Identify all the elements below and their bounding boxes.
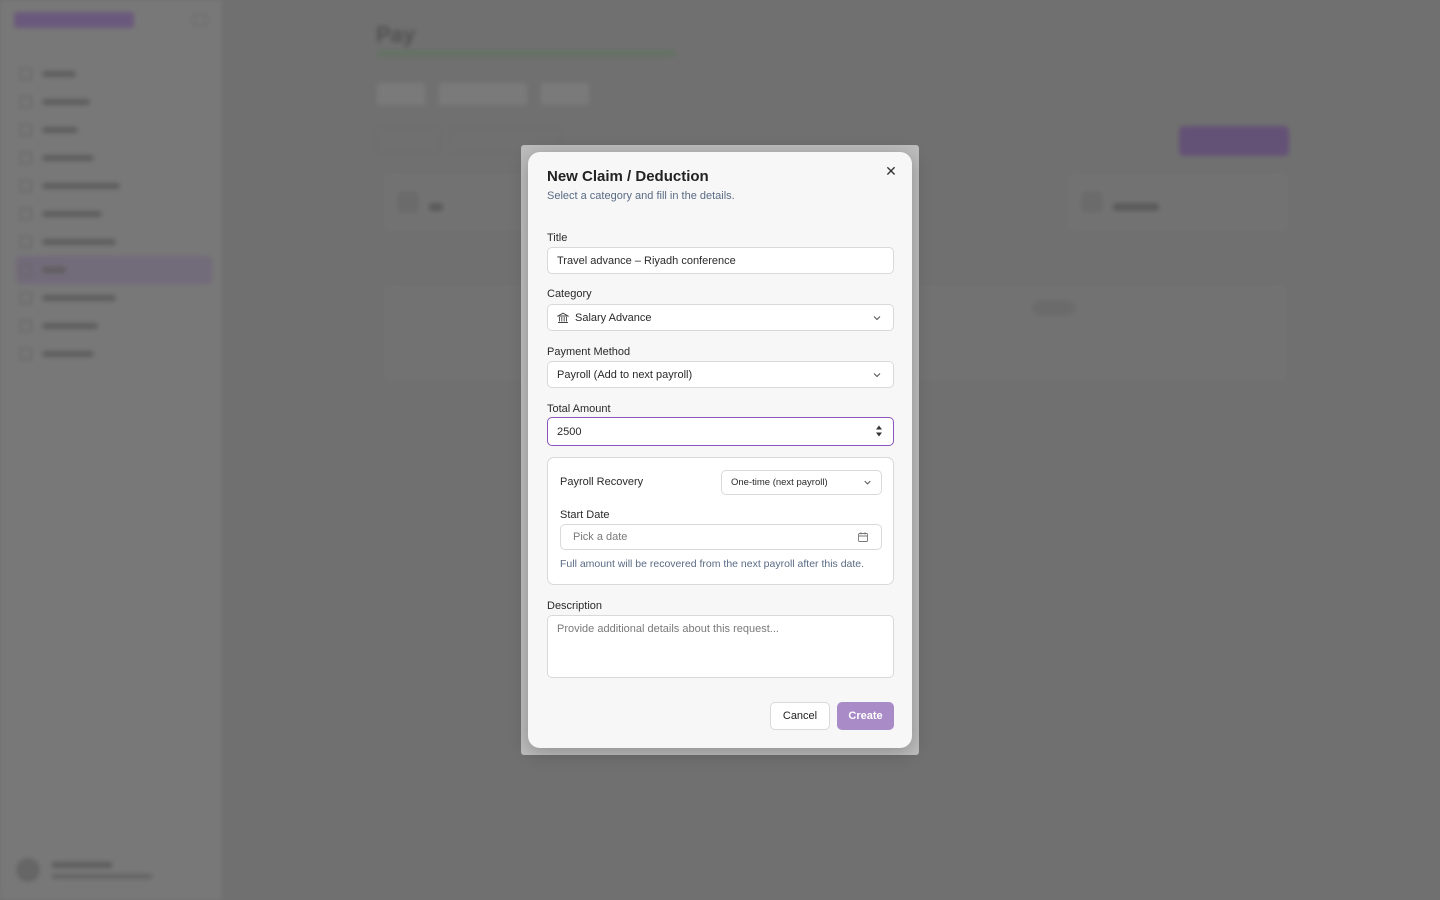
description-textarea[interactable]: Provide additional details about this re… (547, 615, 894, 678)
new-claim-dialog: ✕ New Claim / Deduction Select a categor… (528, 152, 912, 748)
payroll-recovery-label: Payroll Recovery (560, 476, 644, 488)
title-input[interactable]: Travel advance – Riyadh conference (547, 247, 894, 274)
category-value: Salary Advance (575, 311, 652, 324)
category-select[interactable]: Salary Advance (547, 304, 894, 331)
title-input-value: Travel advance – Riyadh conference (557, 254, 736, 267)
dialog-subtitle: Select a category and fill in the detail… (547, 190, 735, 202)
recovery-help-text: Full amount will be recovered from the n… (560, 558, 865, 570)
payroll-recovery-panel: Payroll Recovery One-time (next payroll)… (547, 457, 894, 585)
payment-method-label: Payment Method (547, 346, 631, 358)
number-stepper-icon[interactable] (875, 424, 883, 438)
chevron-down-icon (873, 316, 881, 321)
create-button[interactable]: Create (837, 702, 894, 730)
bank-icon (557, 312, 569, 323)
chevron-down-icon (864, 480, 871, 485)
chevron-down-icon (873, 373, 881, 378)
description-placeholder: Provide additional details about this re… (557, 623, 779, 635)
payment-method-value: Payroll (Add to next payroll) (557, 368, 693, 381)
close-icon[interactable]: ✕ (884, 164, 898, 178)
cancel-button[interactable]: Cancel (770, 702, 830, 730)
start-date-placeholder: Pick a date (573, 531, 628, 543)
total-amount-label: Total Amount (547, 403, 611, 415)
start-date-picker[interactable]: Pick a date (560, 524, 882, 550)
description-label: Description (547, 600, 603, 612)
payment-method-select[interactable]: Payroll (Add to next payroll) (547, 361, 894, 388)
category-label: Category (547, 288, 592, 300)
total-amount-value: 2500 (557, 425, 582, 438)
start-date-label: Start Date (560, 509, 610, 521)
dialog-title: New Claim / Deduction (547, 168, 709, 185)
calendar-icon (858, 532, 868, 542)
payroll-recovery-value: One-time (next payroll) (731, 477, 828, 488)
payroll-recovery-select[interactable]: One-time (next payroll) (721, 470, 882, 495)
total-amount-input[interactable]: 2500 (547, 417, 894, 446)
title-label: Title (547, 232, 568, 244)
